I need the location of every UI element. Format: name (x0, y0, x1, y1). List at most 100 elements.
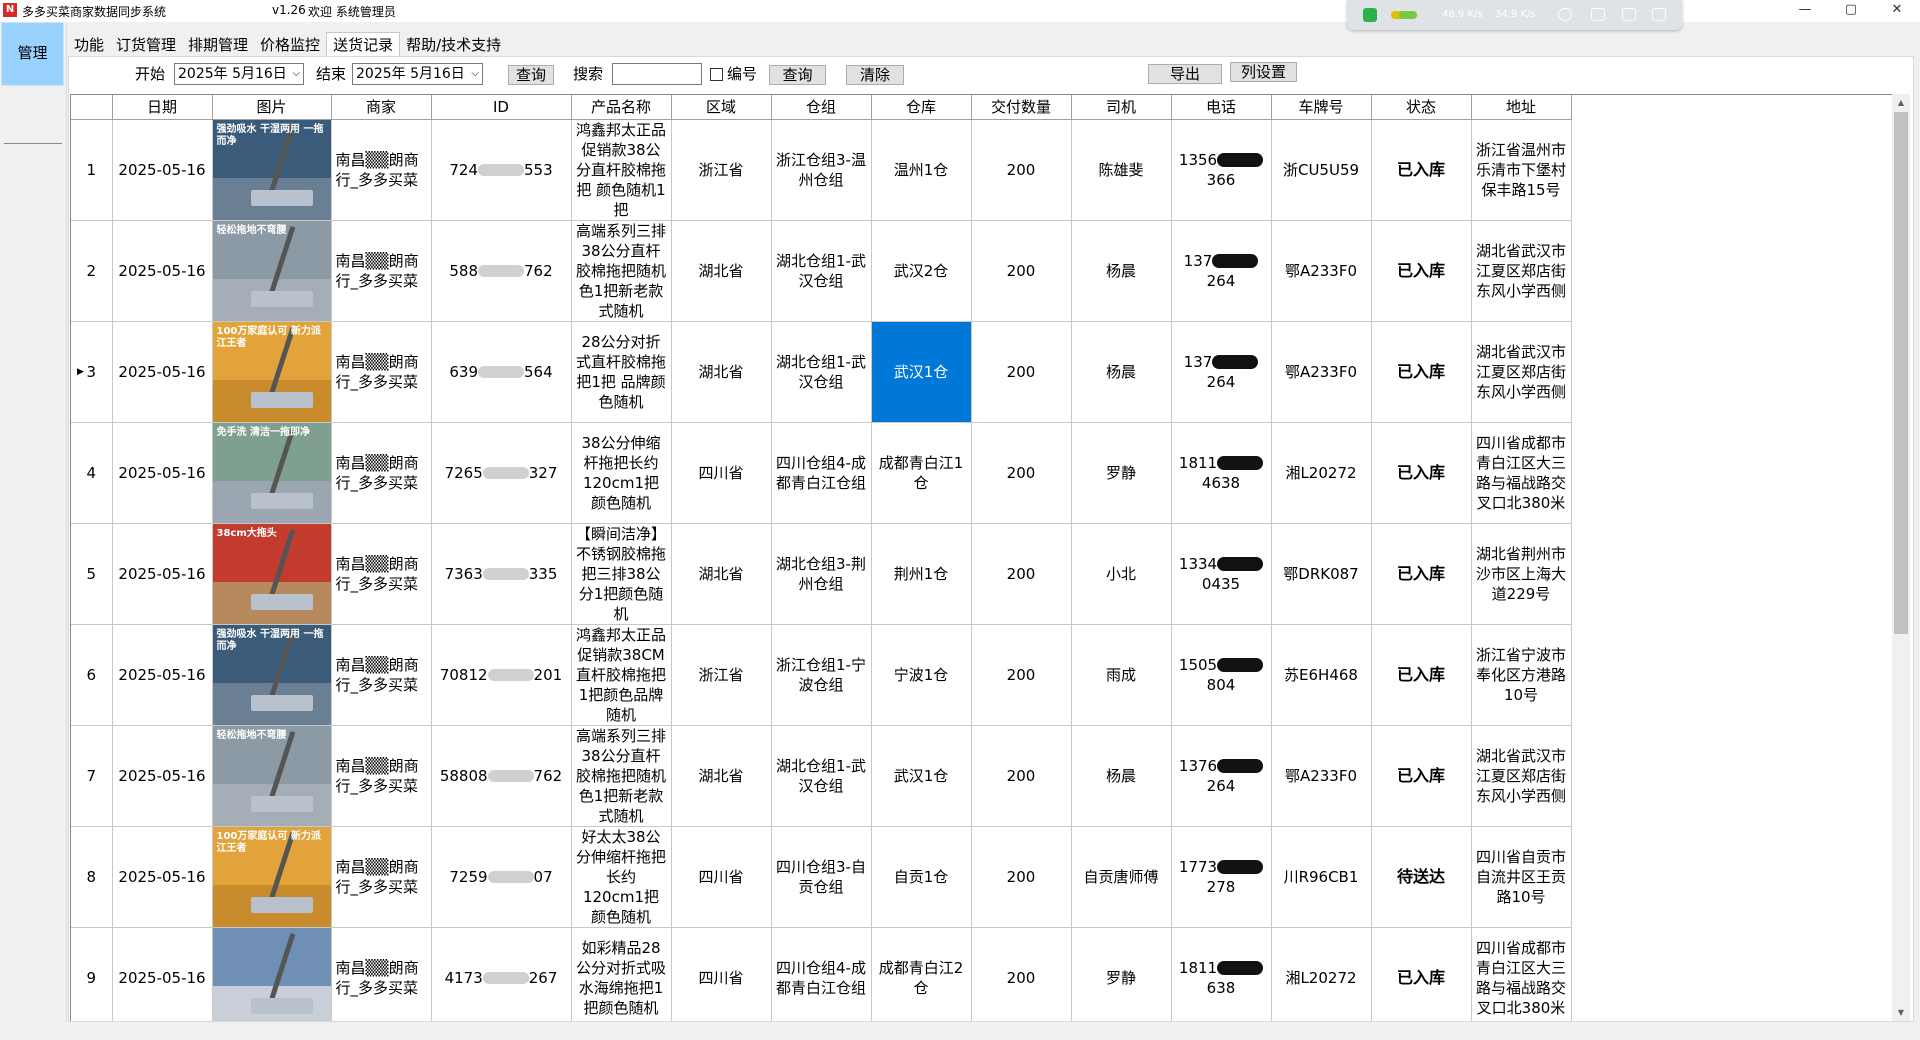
screenshot-icon[interactable] (1591, 8, 1605, 21)
cell-date[interactable]: 2025-05-16 (112, 927, 213, 1021)
cell-status[interactable]: 待送达 (1371, 826, 1472, 928)
cell-plate[interactable]: 湘L20272 (1271, 422, 1372, 524)
code-checkbox[interactable] (710, 68, 723, 81)
cell-id[interactable]: 70812 201 (431, 624, 572, 726)
cell-warehouse[interactable]: 荆州1仓 (871, 523, 972, 625)
cell-qty[interactable]: 200 (971, 321, 1072, 423)
cell-group[interactable]: 四川仓组4-成都青白江仓组 (771, 422, 872, 524)
cell-address[interactable]: 湖北省武汉市江夏区郑店街东风小学西侧 (1471, 220, 1572, 322)
cell-image[interactable] (212, 927, 332, 1021)
row-header[interactable]: 4 (71, 422, 113, 524)
column-settings-button[interactable]: 列设置 (1230, 62, 1297, 82)
cell-region[interactable]: 湖北省 (671, 321, 772, 423)
table-row[interactable]: 6 2025-05-16 强劲吸水 干湿两用 一拖而净 南昌▒▒朗商行_多多买菜 708… (71, 624, 1671, 726)
table-row[interactable]: 4 2025-05-16 免手洗 清洁一拖即净 南昌▒▒朗商行_多多买菜 7265 327… (71, 422, 1671, 524)
cell-address[interactable]: 四川省成都市青白江区大三路与福战路交叉口北380米 (1471, 422, 1572, 524)
cell-merchant[interactable]: 南昌▒▒朗商行_多多买菜 (331, 725, 432, 827)
cell-address[interactable]: 浙江省温州市乐清市下堡村保丰路15号 (1471, 119, 1572, 221)
cell-driver[interactable]: 自贡唐师傅 (1071, 826, 1172, 928)
table-row[interactable]: 2 2025-05-16 轻松拖地不弯腰 南昌▒▒朗商行_多多买菜 588 762 高端系列… (71, 220, 1671, 322)
cell-status[interactable]: 已入库 (1371, 321, 1472, 423)
table-row[interactable]: 5 2025-05-16 38cm大拖头 南昌▒▒朗商行_多多买菜 7363 335 【瞬间… (71, 523, 1671, 625)
cell-id[interactable]: 4173 267 (431, 927, 572, 1021)
cell-region[interactable]: 浙江省 (671, 624, 772, 726)
cell-phone[interactable]: 1811638 (1171, 927, 1272, 1021)
cell-product[interactable]: 鸿鑫邦太正品促销款38公分直杆胶棉拖把 颜色随机1把 (571, 119, 672, 221)
vertical-scrollbar[interactable]: ▲ ▼ (1892, 94, 1910, 1021)
column-header[interactable]: 图片 (212, 95, 332, 120)
cell-date[interactable]: 2025-05-16 (112, 826, 213, 928)
cell-id[interactable]: 588 762 (431, 220, 572, 322)
cell-merchant[interactable]: 南昌▒▒朗商行_多多买菜 (331, 422, 432, 524)
column-header[interactable]: 仓库 (871, 95, 972, 120)
cell-image[interactable]: 38cm大拖头 (212, 523, 332, 625)
tab-help[interactable]: 帮助/技术支持 (400, 34, 507, 56)
cell-product[interactable]: 好太太38公分伸缩杆拖把长约120cm1把颜色随机 (571, 826, 672, 928)
cell-driver[interactable]: 罗静 (1071, 927, 1172, 1021)
cell-address[interactable]: 浙江省宁波市奉化区方港路10号 (1471, 624, 1572, 726)
cell-qty[interactable]: 200 (971, 119, 1072, 221)
cell-product[interactable]: 28公分对折式直杆胶棉拖把1把 品牌颜色随机 (571, 321, 672, 423)
cell-status[interactable]: 已入库 (1371, 422, 1472, 524)
cell-image[interactable]: 强劲吸水 干湿两用 一拖而净 (212, 119, 332, 221)
cell-plate[interactable]: 鄂A233F0 (1271, 321, 1372, 423)
column-header[interactable]: 商家 (331, 95, 432, 120)
cell-driver[interactable]: 陈雄斐 (1071, 119, 1172, 221)
query-date-button[interactable]: 查询 (508, 65, 554, 85)
network-speed-widget[interactable]: 48.9 K/s 34.9 K/s (1347, 0, 1682, 30)
cell-product[interactable]: 如彩精品28公分对折式吸水海绵拖把1把颜色随机 (571, 927, 672, 1021)
cell-merchant[interactable]: 南昌▒▒朗商行_多多买菜 (331, 321, 432, 423)
cell-group[interactable]: 湖北仓组1-武汉仓组 (771, 220, 872, 322)
cell-merchant[interactable]: 南昌▒▒朗商行_多多买菜 (331, 624, 432, 726)
row-header[interactable]: 5 (71, 523, 113, 625)
cell-date[interactable]: 2025-05-16 (112, 624, 213, 726)
cell-date[interactable]: 2025-05-16 (112, 119, 213, 221)
cell-image[interactable]: 轻松拖地不弯腰 (212, 220, 332, 322)
cell-driver[interactable]: 杨晨 (1071, 220, 1172, 322)
table-row[interactable]: 8 2025-05-16 100万家庭认可 新力派江王者 南昌▒▒朗商行_多多买菜 72… (71, 826, 1671, 928)
camera-icon[interactable] (1622, 8, 1636, 21)
query-search-button[interactable]: 查询 (769, 65, 826, 85)
tab-orders[interactable]: 订货管理 (110, 34, 182, 56)
cell-date[interactable]: 2025-05-16 (112, 422, 213, 524)
cell-driver[interactable]: 小北 (1071, 523, 1172, 625)
network-toggle[interactable] (1391, 11, 1417, 19)
table-row[interactable]: ▶ 3 2025-05-16 100万家庭认可 新力派江王者 南昌▒▒朗商行_多多买菜 6… (71, 321, 1671, 423)
cell-image[interactable]: 免手洗 清洁一拖即净 (212, 422, 332, 524)
cell-address[interactable]: 四川省成都市青白江区大三路与福战路交叉口北380米 (1471, 927, 1572, 1021)
cell-qty[interactable]: 200 (971, 422, 1072, 524)
export-button[interactable]: 导出 (1148, 64, 1222, 84)
cell-warehouse[interactable]: 武汉2仓 (871, 220, 972, 322)
cell-merchant[interactable]: 南昌▒▒朗商行_多多买菜 (331, 119, 432, 221)
cell-address[interactable]: 湖北省荆州市沙市区上海大道229号 (1471, 523, 1572, 625)
cell-driver[interactable]: 杨晨 (1071, 725, 1172, 827)
cell-product[interactable]: 高端系列三排38公分直杆胶棉拖把随机色1把新老款式随机 (571, 725, 672, 827)
tab-schedule[interactable]: 排期管理 (182, 34, 254, 56)
start-date-picker[interactable]: 2025年 5月16日 ⌵ (174, 63, 304, 85)
cell-image[interactable]: 100万家庭认可 新力派江王者 (212, 826, 332, 928)
cell-product[interactable]: 鸿鑫邦太正品促销款38CM直杆胶棉拖把1把颜色品牌随机 (571, 624, 672, 726)
cell-warehouse[interactable]: 成都青白江1仓 (871, 422, 972, 524)
row-header[interactable]: 1 (71, 119, 113, 221)
cell-merchant[interactable]: 南昌▒▒朗商行_多多买菜 (331, 927, 432, 1021)
cell-merchant[interactable]: 南昌▒▒朗商行_多多买菜 (331, 523, 432, 625)
column-header[interactable]: 车牌号 (1271, 95, 1372, 120)
cell-warehouse[interactable]: 武汉1仓 (871, 321, 972, 423)
scrollbar-thumb[interactable] (1894, 112, 1908, 634)
cell-product[interactable]: 高端系列三排38公分直杆胶棉拖把随机色1把新老款式随机 (571, 220, 672, 322)
cell-phone[interactable]: 1356366 (1171, 119, 1272, 221)
row-header[interactable]: 6 (71, 624, 113, 726)
cell-image[interactable]: 100万家庭认可 新力派江王者 (212, 321, 332, 423)
cell-image[interactable]: 轻松拖地不弯腰 (212, 725, 332, 827)
cell-region[interactable]: 四川省 (671, 422, 772, 524)
cell-qty[interactable]: 200 (971, 220, 1072, 322)
clear-button[interactable]: 清除 (846, 65, 904, 85)
maximize-button[interactable]: ▢ (1828, 0, 1874, 22)
cell-group[interactable]: 湖北仓组1-武汉仓组 (771, 321, 872, 423)
cell-phone[interactable]: 137264 (1171, 220, 1272, 322)
cell-id[interactable]: 724 553 (431, 119, 572, 221)
column-header[interactable]: ID (431, 95, 572, 120)
cell-plate[interactable]: 浙CU5U59 (1271, 119, 1372, 221)
cell-region[interactable]: 四川省 (671, 826, 772, 928)
cell-address[interactable]: 湖北省武汉市江夏区郑店街东风小学西侧 (1471, 321, 1572, 423)
